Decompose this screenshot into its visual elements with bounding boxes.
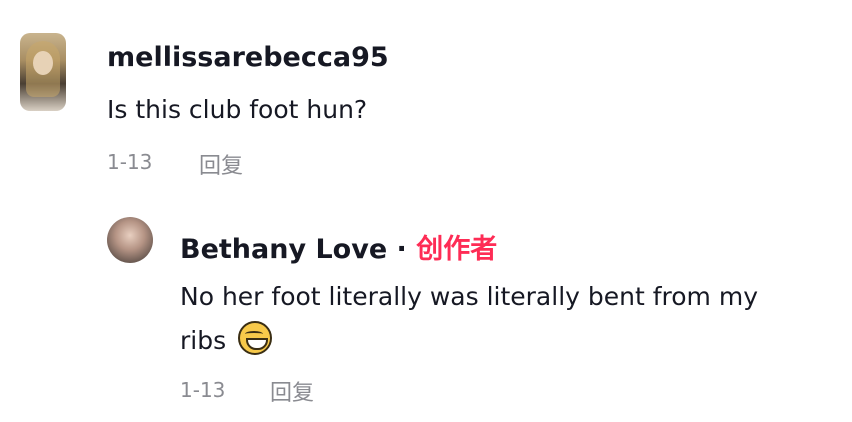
comment-date: 1-13	[180, 378, 226, 402]
comment-text-line-2: ribs	[180, 319, 758, 363]
comment-date: 1-13	[107, 150, 153, 174]
avatar[interactable]	[107, 217, 153, 263]
creator-badge: 创作者	[416, 234, 498, 265]
avatar-face	[33, 51, 53, 75]
avatar[interactable]	[20, 33, 66, 111]
comment-text: Is this club foot hun?	[107, 95, 368, 124]
reply-button[interactable]: 回复	[199, 148, 243, 180]
separator-dot: ·	[396, 234, 407, 265]
comment-text-line: No her foot literally was literally bent…	[180, 282, 759, 311]
reply-header: Bethany Love · 创作者	[180, 227, 497, 266]
laughing-tears-emoji-icon	[238, 321, 273, 355]
reply-button[interactable]: 回复	[270, 375, 314, 407]
comment-text-fragment: ribs	[180, 326, 227, 355]
comment-username[interactable]: mellissarebecca95	[107, 42, 389, 73]
comment-text: No her foot literally was literally bent…	[180, 275, 758, 363]
comment-username[interactable]: Bethany Love	[180, 234, 387, 265]
comment-thread: mellissarebecca95 Is this club foot hun?…	[0, 0, 852, 422]
